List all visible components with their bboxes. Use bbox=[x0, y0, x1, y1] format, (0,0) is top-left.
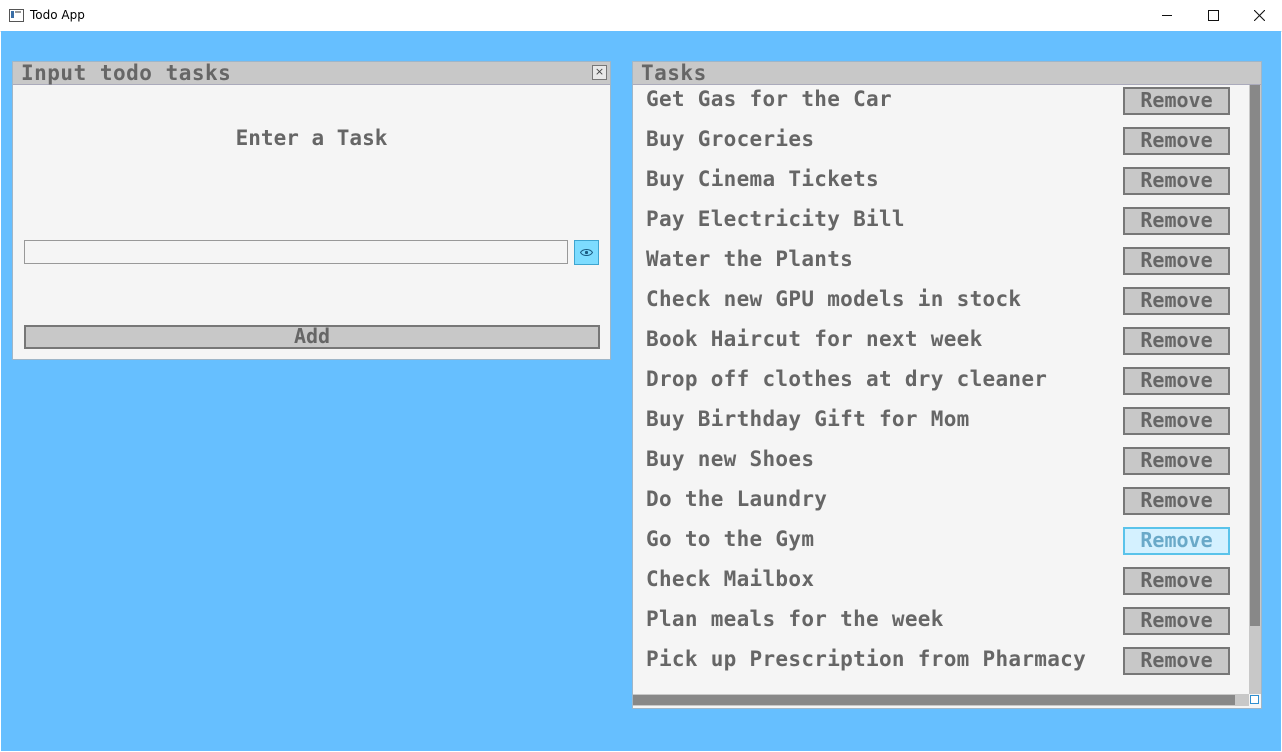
window-titlebar: Todo App bbox=[0, 0, 1282, 32]
tasks-panel: Tasks Get Gas for the Car Remove Buy Groce… bbox=[632, 61, 1262, 709]
task-row: Pay Electricity Bill Remove bbox=[633, 205, 1249, 245]
task-label: Drop off clothes at dry cleaner bbox=[646, 367, 1048, 391]
horizontal-scrollbar[interactable] bbox=[633, 694, 1249, 706]
task-row: Go to the Gym Remove bbox=[633, 525, 1249, 565]
minimize-button[interactable] bbox=[1144, 0, 1190, 31]
task-row: Plan meals for the week Remove bbox=[633, 605, 1249, 645]
task-label: Pick up Prescription from Pharmacy bbox=[646, 647, 1087, 671]
input-panel-title: Input todo tasks bbox=[21, 61, 232, 85]
close-icon: × bbox=[594, 65, 605, 78]
task-row: Buy new Shoes Remove bbox=[633, 445, 1249, 485]
add-button[interactable]: Add bbox=[24, 325, 600, 349]
task-row: Pick up Prescription from Pharmacy Remove bbox=[633, 645, 1249, 685]
task-label: Go to the Gym bbox=[646, 527, 815, 551]
task-row: Buy Cinema Tickets Remove bbox=[633, 165, 1249, 205]
remove-button[interactable]: Remove bbox=[1123, 487, 1230, 515]
task-label: Check new GPU models in stock bbox=[646, 287, 1022, 311]
remove-button[interactable]: Remove bbox=[1123, 207, 1230, 235]
tasks-panel-header[interactable]: Tasks bbox=[633, 62, 1261, 85]
app-background: Input todo tasks × Enter a Task Add Task… bbox=[1, 31, 1281, 751]
remove-button[interactable]: Remove bbox=[1123, 447, 1230, 475]
horizontal-scroll-thumb[interactable] bbox=[633, 695, 1235, 705]
remove-button[interactable]: Remove bbox=[1123, 327, 1230, 355]
input-panel-header[interactable]: Input todo tasks × bbox=[13, 61, 610, 85]
task-input[interactable] bbox=[24, 240, 568, 264]
panel-close-button[interactable]: × bbox=[592, 65, 607, 80]
vertical-scrollbar[interactable] bbox=[1249, 85, 1261, 694]
task-row: Buy Birthday Gift for Mom Remove bbox=[633, 405, 1249, 445]
task-label: Get Gas for the Car bbox=[646, 87, 892, 111]
task-list: Get Gas for the Car Remove Buy Groceries Re… bbox=[633, 85, 1249, 694]
remove-button[interactable]: Remove bbox=[1123, 87, 1230, 115]
close-icon bbox=[1253, 10, 1265, 21]
resize-corner[interactable] bbox=[1250, 695, 1259, 704]
task-label: Pay Electricity Bill bbox=[646, 207, 905, 231]
remove-button[interactable]: Remove bbox=[1123, 567, 1230, 595]
remove-button[interactable]: Remove bbox=[1123, 407, 1230, 435]
vertical-scroll-thumb[interactable] bbox=[1250, 85, 1260, 626]
task-label: Book Haircut for next week bbox=[646, 327, 983, 351]
task-label: Buy Groceries bbox=[646, 127, 815, 151]
task-row: Water the Plants Remove bbox=[633, 245, 1249, 285]
task-row: Buy Groceries Remove bbox=[633, 125, 1249, 165]
remove-button[interactable]: Remove bbox=[1123, 287, 1230, 315]
task-label: Buy Birthday Gift for Mom bbox=[646, 407, 970, 431]
task-row: Do the Laundry Remove bbox=[633, 485, 1249, 525]
task-row: Get Gas for the Car Remove bbox=[633, 85, 1249, 125]
close-window-button[interactable] bbox=[1236, 0, 1282, 31]
task-row: Check Mailbox Remove bbox=[633, 565, 1249, 605]
remove-button[interactable]: Remove bbox=[1123, 527, 1230, 555]
input-panel: Input todo tasks × Enter a Task Add bbox=[12, 61, 611, 360]
remove-button[interactable]: Remove bbox=[1123, 167, 1230, 195]
remove-button[interactable]: Remove bbox=[1123, 247, 1230, 275]
task-row: Check new GPU models in stock Remove bbox=[633, 285, 1249, 325]
task-row: Drop off clothes at dry cleaner Remove bbox=[633, 365, 1249, 405]
window-title: Todo App bbox=[30, 8, 85, 22]
task-label: Plan meals for the week bbox=[646, 607, 944, 631]
remove-button[interactable]: Remove bbox=[1123, 367, 1230, 395]
task-label: Buy Cinema Tickets bbox=[646, 167, 879, 191]
minimize-icon bbox=[1162, 15, 1172, 16]
remove-button[interactable]: Remove bbox=[1123, 647, 1230, 675]
tasks-panel-title: Tasks bbox=[641, 61, 707, 85]
eye-icon bbox=[580, 249, 593, 256]
task-prompt-label: Enter a Task bbox=[235, 126, 388, 150]
remove-button[interactable]: Remove bbox=[1123, 127, 1230, 155]
task-label: Do the Laundry bbox=[646, 487, 828, 511]
maximize-icon bbox=[1207, 10, 1219, 21]
task-label: Water the Plants bbox=[646, 247, 854, 271]
task-row: Book Haircut for next week Remove bbox=[633, 325, 1249, 365]
remove-button[interactable]: Remove bbox=[1123, 607, 1230, 635]
task-label: Buy new Shoes bbox=[646, 447, 815, 471]
maximize-button[interactable] bbox=[1190, 0, 1236, 31]
task-label: Check Mailbox bbox=[646, 567, 815, 591]
app-icon bbox=[9, 9, 24, 22]
reveal-button[interactable] bbox=[574, 240, 599, 265]
